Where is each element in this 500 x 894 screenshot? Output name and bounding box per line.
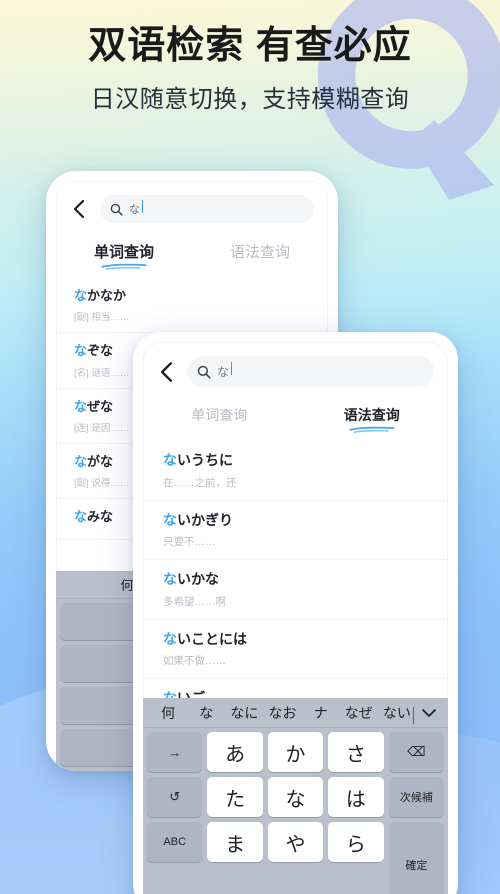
entry-term: ないことには [163, 630, 247, 647]
key-backspace[interactable]: ⌫ [388, 732, 445, 772]
keyboard-row: → あ か さ ⌫ [147, 732, 445, 772]
front-search-input[interactable]: な [187, 356, 434, 387]
back-search-value: な [129, 200, 143, 217]
phone-mockup-front: な 单词查询 语法查询 ないうちに 在……之前，还 ないかぎり 只要不…… ない… [133, 332, 458, 894]
suggestion-chip[interactable]: ナ [302, 703, 340, 723]
entry-gloss: 多希望……啊 [163, 595, 226, 608]
suggestion-chip[interactable]: なぜ [340, 703, 378, 723]
key-arrow-right[interactable]: → [147, 732, 203, 772]
front-phone-result-list: ないうちに 在……之前，还 ないかぎり 只要不…… ないかな 多希望……啊 ない… [143, 435, 448, 724]
headline-subtitle: 日汉随意切换，支持模糊查询 [90, 86, 410, 114]
suggestion-chip[interactable]: な [187, 703, 225, 723]
key-ha[interactable]: は [328, 777, 384, 817]
tab-word-search[interactable]: 单词查询 [56, 241, 192, 270]
suggestion-chip[interactable]: なに [225, 703, 263, 723]
entry-term: ないかぎり [163, 511, 233, 528]
tab-word-search-label: 单词查询 [191, 407, 248, 423]
front-phone-keyboard: 何 な なに なお ナ なぜ ない → あ か さ ⌫ ↺ た な は 次候補 … [143, 698, 448, 894]
key-ka[interactable]: か [267, 732, 324, 772]
suggestion-chip[interactable]: ない [378, 703, 416, 724]
key-confirm[interactable]: 確定 [388, 822, 445, 894]
tab-grammar-search[interactable]: 语法查询 [296, 405, 449, 433]
keyboard-rows: → あ か さ ⌫ ↺ た な は 次候補 ABC ま や ら 確定 [143, 728, 448, 894]
key-ma[interactable]: ま [207, 822, 263, 862]
front-phone-appbar: な [143, 342, 448, 395]
back-phone-appbar: な [56, 181, 328, 231]
headline-block: 双语检索 有查必应 日汉随意切换，支持模糊查询 [0, 25, 500, 114]
chevron-down-icon[interactable] [416, 708, 442, 718]
entry-term: ないうちに [163, 452, 233, 468]
back-chevron-icon[interactable] [155, 361, 177, 383]
tab-active-underline-icon [349, 426, 395, 433]
list-item[interactable]: ないかな 多希望……啊 [143, 560, 448, 620]
tab-grammar-search[interactable]: 语法查询 [192, 241, 328, 270]
list-item[interactable]: ないかぎり 只要不…… [143, 501, 448, 560]
entry-term: ないかな [163, 571, 219, 587]
key-ya[interactable]: や [267, 822, 324, 862]
back-search-input[interactable]: な [100, 195, 314, 223]
suggestion-chip[interactable]: 何 [149, 703, 187, 723]
promo-screenshot: 双语检索 有查必应 日汉随意切换，支持模糊查询 な 单词查询 语法查询 なかなか… [0, 0, 500, 894]
entry-gloss: 只要不…… [163, 536, 216, 548]
entry-term: なかなか [74, 288, 127, 303]
key-na[interactable]: な [267, 777, 324, 817]
back-phone-tabs: 单词查询 语法查询 [56, 231, 328, 272]
key-undo[interactable]: ↺ [147, 777, 203, 817]
list-item[interactable]: なかなか [副] 相当…… [56, 278, 328, 334]
front-phone-screen: な 单词查询 语法查询 ないうちに 在……之前，还 ないかぎり 只要不…… ない… [143, 342, 448, 894]
suggestion-chip[interactable]: なお [263, 703, 301, 723]
list-item[interactable]: ないことには 如果不做…… [143, 620, 448, 679]
tab-grammar-search-label: 语法查询 [343, 407, 400, 423]
front-phone-tabs: 单词查询 语法查询 [143, 395, 448, 435]
headline-title: 双语检索 有查必应 [88, 25, 412, 67]
key-ta[interactable]: た [207, 777, 263, 817]
list-item[interactable]: ないうちに 在……之前，还 [143, 441, 448, 501]
key-abc[interactable]: ABC [147, 822, 203, 862]
key-sa[interactable]: さ [328, 732, 384, 772]
keyboard-row: ABC ま や ら 確定 [147, 822, 445, 894]
keyboard-row: ↺ た な は 次候補 [147, 777, 445, 817]
entry-gloss: 在……之前，还 [163, 476, 237, 489]
suggestion-bar: 何 な なに なお ナ なぜ ない [143, 698, 448, 728]
entry-gloss: 如果不做…… [163, 655, 226, 667]
back-chevron-icon[interactable] [68, 198, 90, 220]
tab-word-search-label: 单词查询 [93, 244, 154, 261]
tab-grammar-search-label: 语法查询 [229, 244, 290, 261]
front-search-value: な [217, 362, 233, 379]
key-next-candidate[interactable]: 次候補 [388, 777, 445, 817]
tab-word-search[interactable]: 单词查询 [143, 405, 296, 433]
key-ra[interactable]: ら [328, 822, 384, 862]
key-a[interactable]: あ [207, 732, 263, 772]
search-icon [110, 203, 123, 216]
entry-gloss: [副] 相当…… [74, 312, 130, 324]
search-icon [197, 365, 211, 379]
tab-active-underline-icon [101, 263, 147, 270]
